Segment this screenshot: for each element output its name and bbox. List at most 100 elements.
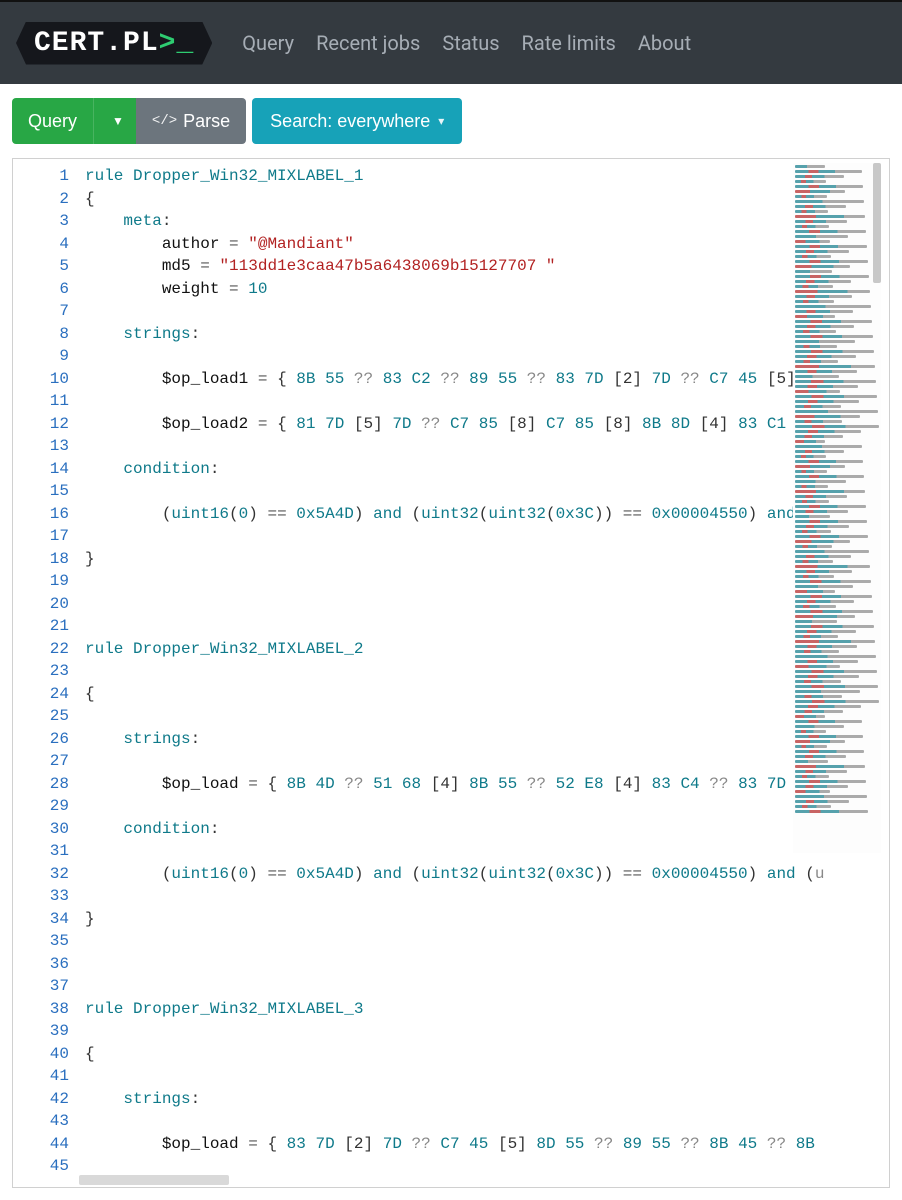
line-number: 11: [13, 390, 69, 413]
code-line: strings:: [85, 323, 889, 346]
line-number: 36: [13, 953, 69, 976]
search-scope-label: Search: everywhere: [270, 111, 430, 132]
code-line: [85, 480, 889, 503]
line-number: 13: [13, 435, 69, 458]
line-number: 19: [13, 570, 69, 593]
code-line: [85, 300, 889, 323]
code-line: $op_load = { 8B 4D ?? 51 68 [4] 8B 55 ??…: [85, 773, 889, 796]
parse-button-label: Parse: [183, 111, 230, 132]
line-number: 38: [13, 998, 69, 1021]
minimap-scrollbar[interactable]: [873, 163, 881, 283]
code-line: [85, 390, 889, 413]
code-line: strings:: [85, 1088, 889, 1111]
brand-text: CERT.PL: [34, 28, 159, 59]
line-number: 1: [13, 165, 69, 188]
code-line: [85, 885, 889, 908]
nav-status[interactable]: Status: [442, 31, 499, 55]
code-content[interactable]: rule Dropper_Win32_MIXLABEL_1{ meta: aut…: [79, 159, 889, 1187]
caret-down-icon: ▾: [438, 114, 444, 128]
line-number: 43: [13, 1110, 69, 1133]
line-number: 26: [13, 728, 69, 751]
line-number: 33: [13, 885, 69, 908]
query-dropdown-toggle[interactable]: ▼: [93, 98, 136, 144]
code-line: }: [85, 548, 889, 571]
code-line: author = "@Mandiant": [85, 233, 889, 256]
code-line: condition:: [85, 818, 889, 841]
code-line: $op_load2 = { 81 7D [5] 7D ?? C7 85 [8] …: [85, 413, 889, 436]
code-line: weight = 10: [85, 278, 889, 301]
line-number: 44: [13, 1133, 69, 1156]
nav-recent-jobs[interactable]: Recent jobs: [316, 31, 420, 55]
code-line: [85, 615, 889, 638]
line-number: 32: [13, 863, 69, 886]
nav-links: Query Recent jobs Status Rate limits Abo…: [242, 31, 691, 55]
line-number: 17: [13, 525, 69, 548]
nav-about[interactable]: About: [638, 31, 691, 55]
code-line: strings:: [85, 728, 889, 751]
line-number: 37: [13, 975, 69, 998]
line-number: 25: [13, 705, 69, 728]
code-line: {: [85, 683, 889, 706]
search-scope-dropdown[interactable]: Search: everywhere ▾: [252, 98, 462, 144]
code-line: {: [85, 1043, 889, 1066]
line-number: 12: [13, 413, 69, 436]
nav-rate-limits[interactable]: Rate limits: [522, 31, 616, 55]
line-number: 45: [13, 1155, 69, 1178]
brand-logo[interactable]: CERT.PL>_: [16, 22, 212, 65]
line-number: 6: [13, 278, 69, 301]
code-line: [85, 930, 889, 953]
minimap[interactable]: [793, 163, 881, 853]
query-button-group: Query ▼ </> Parse: [12, 98, 246, 144]
nav-query[interactable]: Query: [242, 31, 294, 55]
navbar: CERT.PL>_ Query Recent jobs Status Rate …: [0, 0, 902, 84]
line-number: 9: [13, 345, 69, 368]
line-number: 42: [13, 1088, 69, 1111]
line-number: 28: [13, 773, 69, 796]
line-number: 41: [13, 1065, 69, 1088]
line-number: 29: [13, 795, 69, 818]
line-number: 30: [13, 818, 69, 841]
line-number: 40: [13, 1043, 69, 1066]
query-button[interactable]: Query: [12, 98, 93, 144]
code-line: rule Dropper_Win32_MIXLABEL_2: [85, 638, 889, 661]
code-line: [85, 975, 889, 998]
line-number: 23: [13, 660, 69, 683]
query-button-label: Query: [28, 111, 77, 132]
parse-button[interactable]: </> Parse: [136, 98, 246, 144]
code-line: [85, 570, 889, 593]
toolbar: Query ▼ </> Parse Search: everywhere ▾: [0, 84, 902, 158]
code-line: [85, 1065, 889, 1088]
code-line: [85, 345, 889, 368]
line-number: 4: [13, 233, 69, 256]
code-line: {: [85, 188, 889, 211]
code-line: condition:: [85, 458, 889, 481]
code-line: [85, 593, 889, 616]
line-number: 20: [13, 593, 69, 616]
line-number: 31: [13, 840, 69, 863]
line-number: 10: [13, 368, 69, 391]
line-number: 15: [13, 480, 69, 503]
horizontal-scrollbar[interactable]: [79, 1175, 229, 1185]
code-line: [85, 435, 889, 458]
brand-chevron: >: [159, 28, 177, 59]
line-number: 5: [13, 255, 69, 278]
line-number: 2: [13, 188, 69, 211]
line-number: 16: [13, 503, 69, 526]
code-line: $op_load1 = { 8B 55 ?? 83 C2 ?? 89 55 ??…: [85, 368, 889, 391]
code-line: [85, 525, 889, 548]
line-number: 18: [13, 548, 69, 571]
code-line: [85, 1110, 889, 1133]
line-number: 14: [13, 458, 69, 481]
line-number-gutter: 1234567891011121314151617181920212223242…: [13, 159, 79, 1187]
code-editor[interactable]: 1234567891011121314151617181920212223242…: [12, 158, 890, 1188]
code-line: md5 = "113dd1e3caa47b5a6438069b15127707 …: [85, 255, 889, 278]
brand-cursor: _: [176, 28, 194, 59]
code-line: (uint16(0) == 0x5A4D) and (uint32(uint32…: [85, 863, 889, 886]
line-number: 34: [13, 908, 69, 931]
caret-down-icon: ▼: [112, 114, 124, 128]
code-line: [85, 953, 889, 976]
line-number: 27: [13, 750, 69, 773]
line-number: 8: [13, 323, 69, 346]
code-line: [85, 750, 889, 773]
code-line: [85, 1020, 889, 1043]
